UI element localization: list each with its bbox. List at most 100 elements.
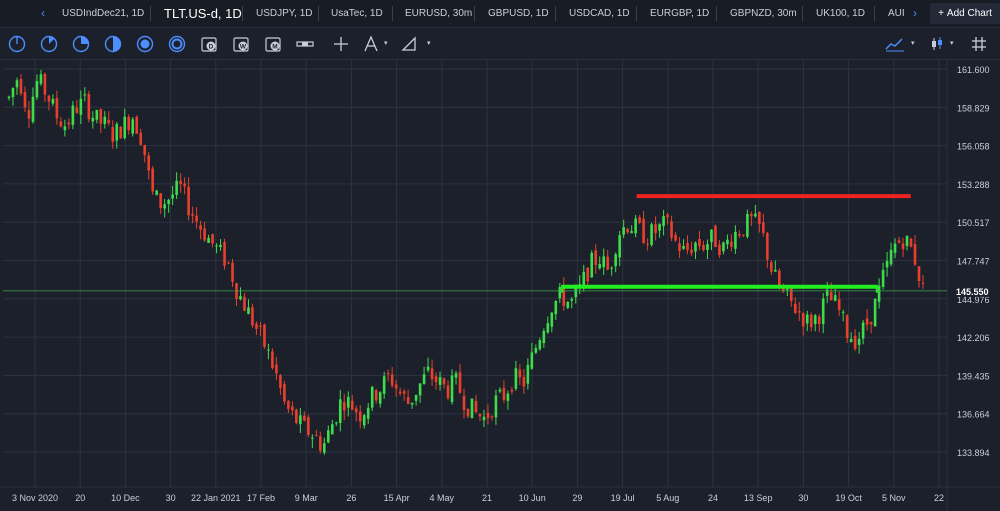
- tabs-prev-arrow-icon[interactable]: ‹: [41, 0, 45, 27]
- chart-tab[interactable]: GBPNZD, 30m: [730, 0, 797, 27]
- circle-pie-icon[interactable]: [70, 33, 92, 55]
- chart-tab[interactable]: USDIndDec21, 1D: [62, 0, 144, 27]
- candle-down: [829, 291, 833, 301]
- week-icon-letter: W: [240, 44, 247, 51]
- candle-down: [594, 250, 598, 266]
- circle-quarter-icon[interactable]: [38, 33, 60, 55]
- candle-down: [354, 408, 358, 413]
- chevron-down-icon[interactable]: ▾: [911, 39, 915, 47]
- candle-down: [303, 415, 306, 421]
- candle-up: [857, 338, 861, 345]
- chart-tab[interactable]: EURGBP, 1D: [650, 0, 709, 27]
- chevron-down-icon[interactable]: ▾: [427, 39, 431, 47]
- x-tick-label: 30: [166, 493, 176, 503]
- candle-up: [821, 298, 825, 325]
- candle-down: [159, 193, 162, 209]
- candles-icon[interactable]: [926, 33, 948, 55]
- chart-tab[interactable]: AUI: [888, 0, 905, 27]
- chart-tab[interactable]: USDCAD, 1D: [569, 0, 630, 27]
- tabs-next-arrow-icon[interactable]: ›: [913, 0, 917, 27]
- ruler-icon[interactable]: [398, 33, 420, 55]
- candle-down: [75, 107, 79, 113]
- candle-up: [35, 81, 39, 98]
- x-tick-label: 3 Nov 2020: [12, 493, 58, 503]
- circle-half-icon[interactable]: [6, 33, 28, 55]
- circle-half-fill-icon[interactable]: [102, 33, 124, 55]
- candle-up: [327, 430, 330, 443]
- candle-up: [877, 285, 881, 302]
- day-icon-letter: D: [209, 44, 214, 51]
- tab-separator: [636, 6, 637, 21]
- candle-up: [598, 264, 602, 269]
- chevron-down-icon[interactable]: ▾: [384, 39, 388, 47]
- candle-down: [243, 296, 246, 311]
- day-icon[interactable]: D: [198, 33, 220, 55]
- candle-up: [323, 443, 326, 453]
- candle-down: [730, 241, 733, 247]
- candle-up: [570, 298, 574, 301]
- add-chart-button[interactable]: + Add Chart: [930, 3, 1000, 24]
- candle-up: [103, 116, 107, 124]
- candle-up: [658, 224, 661, 231]
- candle-down: [187, 186, 190, 216]
- chart-tab[interactable]: EURUSD, 30m: [405, 0, 472, 27]
- candle-down: [714, 225, 717, 247]
- x-tick-label: 19 Jul: [611, 493, 635, 503]
- candle-down: [211, 234, 214, 244]
- candle-down: [315, 435, 318, 437]
- candle-up: [63, 126, 67, 131]
- candle-up: [95, 109, 99, 120]
- line-chart-type-icon[interactable]: [884, 33, 906, 55]
- range-bar-icon[interactable]: [294, 33, 316, 55]
- candle-up: [694, 242, 697, 252]
- candle-up: [378, 392, 382, 404]
- week-icon[interactable]: W: [230, 33, 252, 55]
- candle-down: [458, 372, 462, 393]
- candle-up: [706, 244, 709, 251]
- candle-up: [131, 119, 135, 134]
- candle-up: [454, 373, 458, 378]
- chart-toolbar: D W M ▾ ▾ ▾ ▾: [0, 28, 1000, 60]
- candle-down: [522, 376, 526, 387]
- candle-down: [442, 378, 446, 385]
- candle-up: [115, 124, 119, 141]
- chart-tab[interactable]: UK100, 1D: [816, 0, 865, 27]
- candle-up: [426, 366, 430, 371]
- crosshair-icon[interactable]: [330, 33, 352, 55]
- candle-down: [817, 316, 821, 324]
- month-icon-letter: M: [272, 44, 277, 51]
- x-tick-label: 10 Dec: [111, 493, 140, 503]
- candle-down: [111, 127, 115, 142]
- candle-down: [199, 225, 202, 230]
- chart-tab[interactable]: UsaTec, 1D: [331, 0, 383, 27]
- candle-up: [450, 375, 454, 403]
- x-tick-label: 15 Apr: [384, 493, 410, 503]
- circle-ring-icon[interactable]: [166, 33, 188, 55]
- grid-icon[interactable]: [968, 33, 990, 55]
- price-chart[interactable]: 161.600 158.829 156.058 153.288 150.517 147.7…: [0, 60, 1000, 511]
- candle-down: [510, 389, 514, 392]
- candle-up: [622, 227, 625, 235]
- candle-down: [766, 232, 769, 260]
- chart-tab-active[interactable]: TLT.US-d, 1D: [164, 0, 242, 27]
- draw-tool-icon[interactable]: [360, 33, 382, 55]
- candle-down: [398, 391, 402, 394]
- candle-down: [758, 211, 761, 224]
- candle-up: [171, 194, 174, 199]
- candle-down: [19, 78, 23, 94]
- chart-tab[interactable]: GBPUSD, 1D: [488, 0, 549, 27]
- candle-down: [446, 385, 450, 398]
- circle-stack-icon[interactable]: [134, 33, 156, 55]
- candle-up: [885, 260, 889, 268]
- candle-down: [702, 245, 705, 250]
- chart-tab[interactable]: USDJPY, 1D: [256, 0, 313, 27]
- tab-separator: [392, 6, 393, 21]
- candle-up: [833, 295, 837, 301]
- candle-down: [287, 400, 290, 410]
- candle-up: [334, 422, 338, 424]
- month-icon[interactable]: M: [262, 33, 284, 55]
- chevron-down-icon[interactable]: ▾: [950, 39, 954, 47]
- candle-up: [207, 237, 210, 243]
- y-tick-label: 133.894: [957, 448, 990, 458]
- candle-down: [466, 408, 470, 417]
